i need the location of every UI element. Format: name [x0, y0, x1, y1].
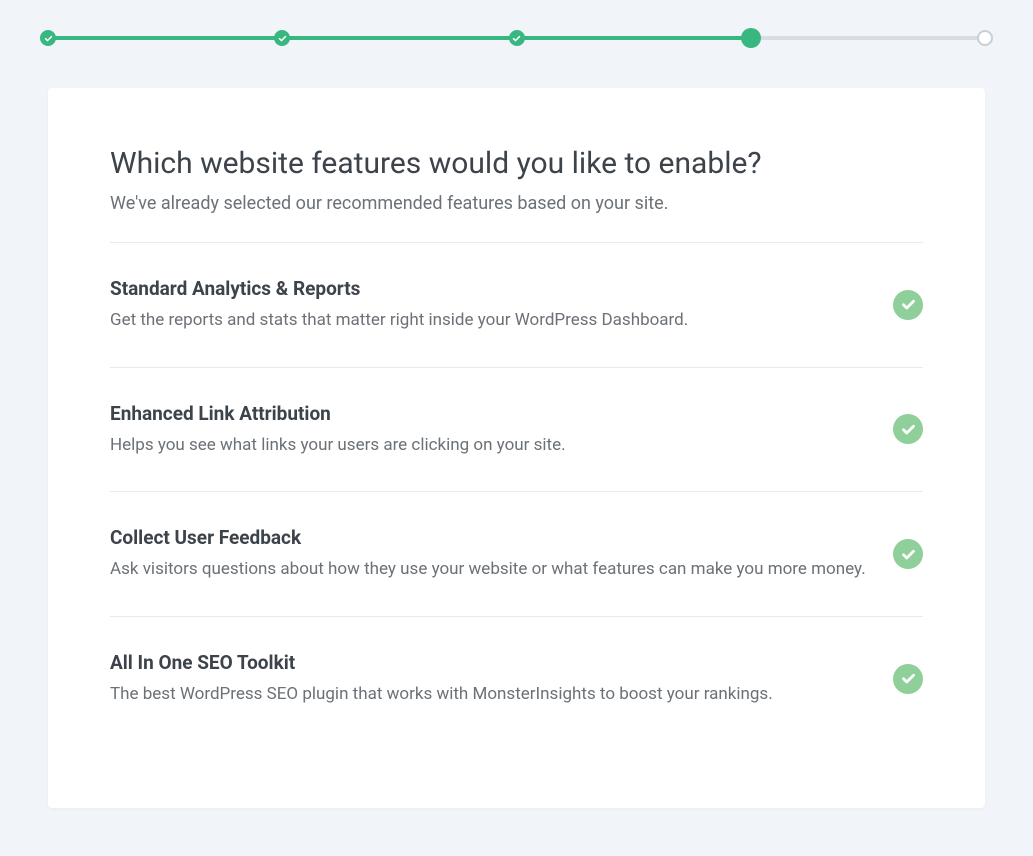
features-card: Which website features would you like to…	[48, 88, 985, 808]
feature-desc: Get the reports and stats that matter ri…	[110, 308, 869, 333]
feature-row-enhanced-link: Enhanced Link Attribution Helps you see …	[110, 368, 923, 493]
check-icon	[901, 671, 916, 686]
feature-row-seo-toolkit: All In One SEO Toolkit The best WordPres…	[110, 617, 923, 717]
feature-toggle-collect-feedback[interactable]	[893, 539, 923, 569]
feature-text: Standard Analytics & Reports Get the rep…	[110, 277, 893, 333]
feature-title: Enhanced Link Attribution	[110, 402, 869, 425]
progress-step-4-current[interactable]	[741, 28, 761, 48]
check-icon	[901, 547, 916, 562]
feature-title: Standard Analytics & Reports	[110, 277, 869, 300]
page-subtitle: We've already selected our recommended f…	[110, 193, 923, 214]
feature-desc: Ask visitors questions about how they us…	[110, 557, 869, 582]
feature-title: Collect User Feedback	[110, 526, 869, 549]
feature-row-standard-analytics: Standard Analytics & Reports Get the rep…	[110, 243, 923, 368]
feature-desc: The best WordPress SEO plugin that works…	[110, 682, 869, 707]
feature-text: Enhanced Link Attribution Helps you see …	[110, 402, 893, 458]
progress-step-3[interactable]	[509, 30, 525, 46]
feature-toggle-enhanced-link[interactable]	[893, 414, 923, 444]
progress-step-1[interactable]	[40, 30, 56, 46]
progress-fill	[48, 36, 751, 40]
feature-title: All In One SEO Toolkit	[110, 651, 869, 674]
feature-text: Collect User Feedback Ask visitors quest…	[110, 526, 893, 582]
progress-step-2[interactable]	[274, 30, 290, 46]
feature-toggle-seo-toolkit[interactable]	[893, 664, 923, 694]
progress-step-5[interactable]	[977, 30, 993, 46]
feature-toggle-standard-analytics[interactable]	[893, 290, 923, 320]
check-icon	[901, 422, 916, 437]
check-icon	[512, 34, 521, 43]
check-icon	[44, 34, 53, 43]
setup-progress-bar	[48, 28, 985, 48]
check-icon	[278, 34, 287, 43]
page-title: Which website features would you like to…	[110, 146, 923, 181]
check-icon	[901, 297, 916, 312]
feature-row-collect-feedback: Collect User Feedback Ask visitors quest…	[110, 492, 923, 617]
feature-desc: Helps you see what links your users are …	[110, 433, 869, 458]
feature-text: All In One SEO Toolkit The best WordPres…	[110, 651, 893, 707]
